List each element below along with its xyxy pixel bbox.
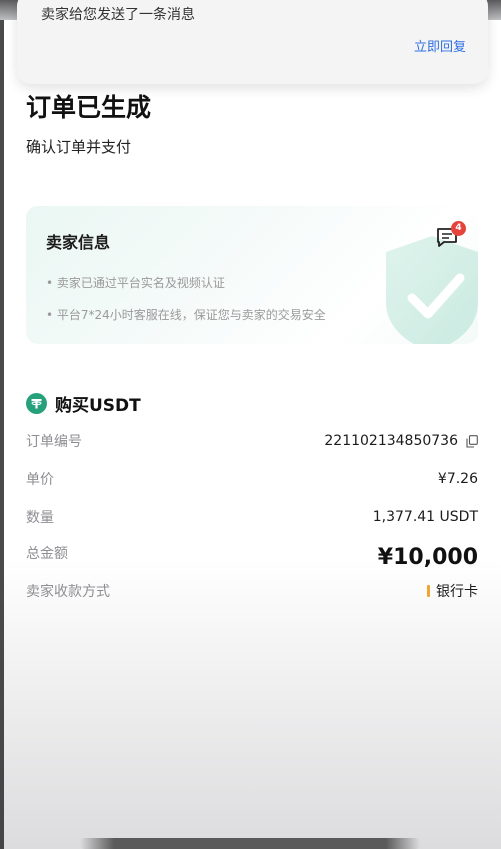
buy-usdt-header: 购买USDT xyxy=(26,392,141,416)
page-subtitle: 确认订单并支付 xyxy=(26,138,132,156)
seller-info-card: 卖家信息 • 卖家已通过平台实名及视频认证 • 平台7*24小时客服在线，保证您… xyxy=(26,206,478,344)
order-number-label: 订单编号 xyxy=(26,434,82,450)
page-title: 订单已生成 xyxy=(26,93,152,122)
left-edge-shade xyxy=(0,0,4,849)
bottom-overlay xyxy=(80,838,420,849)
order-number-value: 221102134850736 xyxy=(324,433,458,449)
quantity-label: 数量 xyxy=(26,510,54,526)
total-amount-label: 总金额 xyxy=(26,546,68,562)
notification-message: 卖家给您发送了一条消息 xyxy=(41,7,195,23)
reply-now-button[interactable]: 立即回复 xyxy=(414,36,466,55)
payment-method-row: 卖家收款方式 银行卡 xyxy=(26,579,478,603)
copy-icon[interactable] xyxy=(466,434,478,448)
payment-method-value: 银行卡 xyxy=(436,584,478,600)
unit-price-row: 单价 ¥7.26 xyxy=(26,467,478,491)
tether-icon xyxy=(26,392,47,414)
unread-badge: 4 xyxy=(451,221,466,236)
seller-verified-note: • 卖家已通过平台实名及视频认证 xyxy=(46,276,225,290)
shield-check-icon xyxy=(386,236,478,344)
bank-card-indicator xyxy=(427,585,430,597)
payment-method-label: 卖家收款方式 xyxy=(26,584,110,600)
total-amount-value: ¥10,000 xyxy=(377,544,478,570)
message-notification[interactable]: 卖家给您发送了一条消息 立即回复 xyxy=(17,0,488,84)
order-number-row: 订单编号 221102134850736 xyxy=(26,429,478,453)
unit-price-label: 单价 xyxy=(26,472,54,488)
total-amount-row: 总金额 ¥10,000 xyxy=(26,541,478,573)
seller-info-title: 卖家信息 xyxy=(46,233,111,252)
unit-price-value: ¥7.26 xyxy=(437,471,478,487)
quantity-value: 1,377.41 USDT xyxy=(372,509,478,525)
quantity-row: 数量 1,377.41 USDT xyxy=(26,505,478,529)
seller-support-note: • 平台7*24小时客服在线，保证您与卖家的交易安全 xyxy=(46,308,326,322)
buy-usdt-label: 购买USDT xyxy=(55,395,141,416)
